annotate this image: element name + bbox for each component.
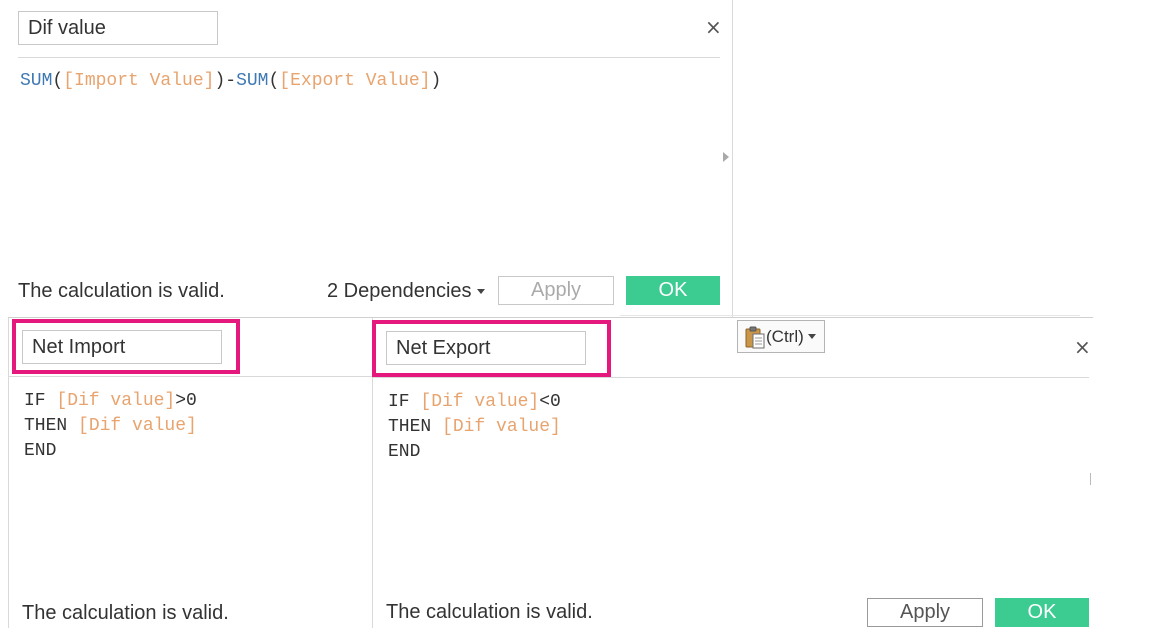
function-token: SUM (236, 71, 269, 91)
field-token: [Dif value] (420, 392, 540, 412)
formula-editor[interactable]: IF [Dif value]>0 THEN [Dif value] END (24, 389, 197, 464)
divider (373, 377, 1089, 378)
close-icon[interactable]: × (705, 17, 722, 37)
paste-options-label: (Ctrl) (766, 326, 804, 346)
formula-editor[interactable]: IF [Dif value]<0 THEN [Dif value] END (388, 390, 561, 465)
paren-token: ( (268, 71, 280, 91)
ok-button[interactable]: OK (626, 276, 720, 305)
operator-token: <0 (539, 392, 561, 412)
apply-button[interactable]: Apply (867, 598, 983, 627)
apply-button[interactable]: Apply (498, 276, 614, 305)
keyword-token: THEN (24, 416, 79, 436)
scroll-indicator (1090, 473, 1091, 485)
expand-panel-arrow-icon[interactable] (723, 152, 729, 162)
keyword-token: THEN (388, 417, 443, 437)
keyword-token: IF (24, 391, 57, 411)
validation-status: The calculation is valid. (386, 601, 593, 623)
operator-token: - (225, 71, 237, 91)
highlight-box (12, 319, 240, 374)
field-token: [Dif value] (56, 391, 176, 411)
keyword-token: END (388, 442, 421, 462)
paren-token: ) (430, 71, 442, 91)
divider (9, 376, 373, 377)
dependencies-dropdown[interactable]: 2 Dependencies (327, 280, 486, 303)
paren-token: ( (52, 71, 64, 91)
clipboard-icon (745, 326, 765, 348)
chevron-down-icon (807, 334, 816, 339)
validation-status: The calculation is valid. (22, 602, 229, 624)
calc-name-field[interactable]: Dif value (18, 11, 218, 45)
paste-options-button[interactable]: (Ctrl) (737, 320, 825, 353)
chevron-down-icon (477, 289, 486, 295)
validation-status: The calculation is valid. (18, 280, 225, 302)
close-icon[interactable]: × (1074, 337, 1091, 357)
dependencies-label: 2 Dependencies (327, 280, 472, 302)
field-token: [Import Value] (63, 71, 215, 91)
field-token: [Dif value] (442, 417, 561, 437)
highlight-box (372, 320, 611, 377)
formula-editor[interactable]: SUM([Import Value])-SUM([Export Value]) (20, 69, 441, 94)
function-token: SUM (20, 71, 53, 91)
operator-token: >0 (175, 391, 197, 411)
field-token: [Dif value] (78, 416, 197, 436)
dif-value-calc-window: Dif value × SUM([Import Value])-SUM([Exp… (0, 0, 733, 318)
ok-button[interactable]: OK (995, 598, 1089, 627)
background-panel-edge (620, 315, 1080, 316)
paren-token: ) (214, 71, 226, 91)
field-token: [Export Value] (279, 71, 431, 91)
keyword-token: IF (388, 392, 421, 412)
keyword-token: END (24, 441, 57, 461)
divider (18, 57, 720, 58)
